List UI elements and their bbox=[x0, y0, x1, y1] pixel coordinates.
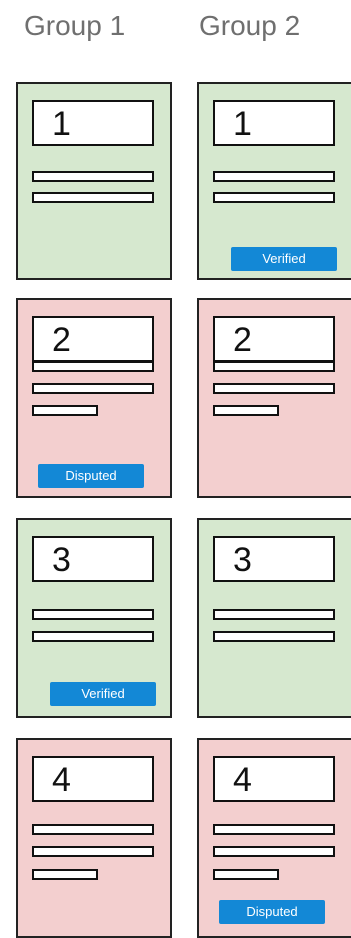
card-number: 3 bbox=[52, 541, 71, 579]
text-line-placeholder bbox=[213, 383, 335, 394]
text-line-placeholder bbox=[32, 171, 154, 182]
verified-badge: Verified bbox=[50, 682, 156, 706]
text-line-placeholder bbox=[213, 405, 279, 416]
card-number: 2 bbox=[233, 321, 252, 359]
card-number-box: 4 bbox=[213, 756, 335, 802]
text-line-placeholder bbox=[32, 824, 154, 835]
text-line-placeholder bbox=[213, 171, 335, 182]
group-2-card-4: 4 Disputed bbox=[197, 738, 351, 938]
text-line-placeholder bbox=[213, 824, 335, 835]
card-number-box: 1 bbox=[32, 100, 154, 146]
disputed-badge: Disputed bbox=[38, 464, 144, 488]
card-number-box: 2 bbox=[32, 316, 154, 362]
card-number-box: 2 bbox=[213, 316, 335, 362]
card-number: 1 bbox=[233, 105, 252, 143]
group-2-card-1: 1 Verified bbox=[197, 82, 351, 280]
card-number: 2 bbox=[52, 321, 71, 359]
text-line-placeholder bbox=[32, 631, 154, 642]
verified-badge: Verified bbox=[231, 247, 337, 271]
group-2-card-3: 3 bbox=[197, 518, 351, 718]
card-number: 3 bbox=[233, 541, 252, 579]
group-1-card-1: 1 bbox=[16, 82, 172, 280]
text-line-placeholder bbox=[213, 846, 335, 857]
card-number: 4 bbox=[52, 761, 71, 799]
card-number-box: 1 bbox=[213, 100, 335, 146]
card-number-box: 3 bbox=[213, 536, 335, 582]
text-line-placeholder bbox=[32, 869, 98, 880]
text-line-placeholder bbox=[213, 192, 335, 203]
card-number-box: 3 bbox=[32, 536, 154, 582]
text-line-placeholder bbox=[32, 383, 154, 394]
text-line-placeholder bbox=[32, 609, 154, 620]
group-2-header: Group 2 bbox=[199, 10, 301, 41]
text-line-placeholder bbox=[32, 405, 98, 416]
group-1-card-4: 4 bbox=[16, 738, 172, 938]
text-line-placeholder bbox=[213, 609, 335, 620]
disputed-badge: Disputed bbox=[219, 900, 325, 924]
group-1-header: Group 1 bbox=[24, 10, 126, 41]
text-line-placeholder bbox=[32, 846, 154, 857]
text-line-placeholder bbox=[32, 192, 154, 203]
card-number: 4 bbox=[233, 761, 252, 799]
group-1-card-2: 2 Disputed bbox=[16, 298, 172, 498]
text-line-placeholder bbox=[213, 361, 335, 372]
text-line-placeholder bbox=[213, 631, 335, 642]
text-line-placeholder bbox=[32, 361, 154, 372]
text-line-placeholder bbox=[213, 869, 279, 880]
group-2-card-2: 2 bbox=[197, 298, 351, 498]
card-number-box: 4 bbox=[32, 756, 154, 802]
card-number: 1 bbox=[52, 105, 71, 143]
group-1-card-3: 3 Verified bbox=[16, 518, 172, 718]
